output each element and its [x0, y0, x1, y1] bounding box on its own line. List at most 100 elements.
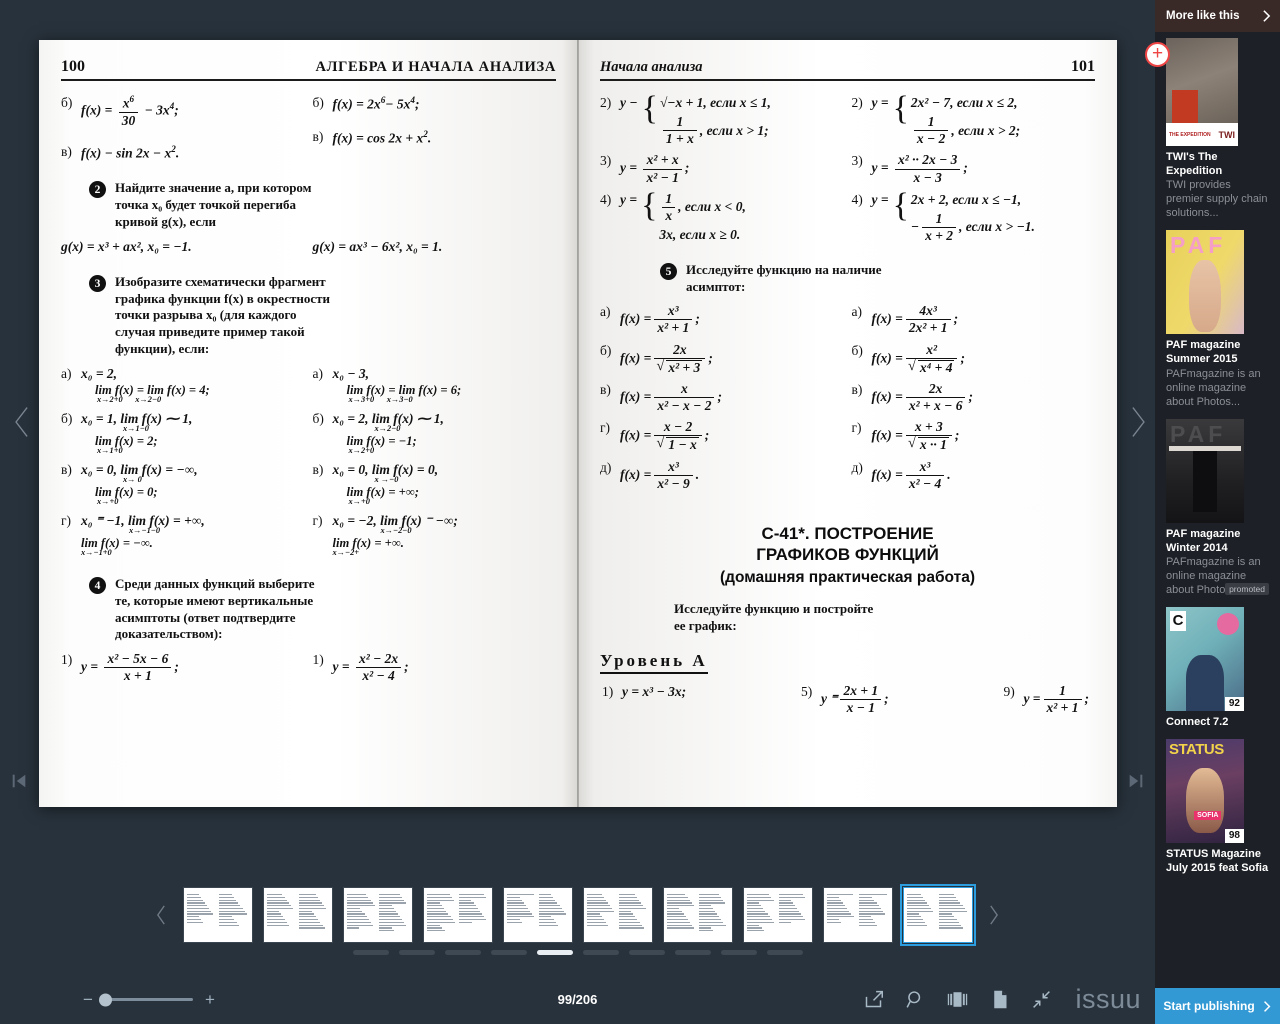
- case-2: , если x > −1.: [959, 219, 1035, 235]
- sidebar-publication-item[interactable]: SOFIA98 STATUS Magazine July 2015 feat So…: [1155, 739, 1280, 885]
- next-page-button[interactable]: [1118, 402, 1158, 442]
- limit-sub: x→3−0: [386, 395, 413, 405]
- sidebar-header[interactable]: More like this: [1155, 0, 1280, 32]
- right-page: Начала анализа 101 2) y − { √−x + 1, есл…: [578, 40, 1117, 807]
- expr-end: ;: [684, 160, 690, 176]
- zoom-control[interactable]: − +: [80, 991, 218, 1008]
- thumbnail-page[interactable]: [662, 887, 733, 943]
- text-line: те, которые имеют вертикальные: [115, 592, 314, 608]
- page-view-icon[interactable]: [945, 988, 969, 1012]
- page-dot[interactable]: [536, 950, 573, 955]
- expr: y =: [332, 658, 350, 674]
- numerator: 2x + 1: [840, 684, 882, 701]
- task-4-formulas: 1) y = x² − 5x − 6 x + 1 ; 1) y = x² − 2…: [61, 651, 557, 690]
- case-brace: {: [892, 186, 909, 224]
- page-dot[interactable]: [766, 950, 803, 955]
- list-item: г) x₀ ⁼ −1, lim f(x) = +∞, x→−1−0 lim f(x) …: [61, 513, 305, 557]
- expr-end: ;: [708, 349, 713, 365]
- item-label: в): [312, 128, 324, 144]
- numerator: x³: [654, 459, 693, 476]
- page-dots[interactable]: [0, 950, 1155, 955]
- start-publishing-button[interactable]: Start publishing: [1155, 988, 1280, 1024]
- denominator: x⁴ + 4: [906, 359, 958, 375]
- last-page-button[interactable]: [1127, 772, 1145, 795]
- page-spread[interactable]: 100 АЛГЕБРА И НАЧАЛА АНАЛИЗА б) f(x) = x…: [39, 40, 1117, 807]
- expr-end: ;: [174, 658, 179, 674]
- zoom-out-button[interactable]: −: [80, 991, 96, 1008]
- thumbnail-page[interactable]: [342, 887, 413, 943]
- publication-cover[interactable]: THE EXPEDITION TWI: [1166, 38, 1238, 146]
- exit-fullscreen-icon[interactable]: [1029, 988, 1053, 1012]
- item-label: д): [851, 459, 863, 475]
- task-2: 2 Найдите значение a, при котором точка …: [89, 180, 556, 230]
- list-item: 2) y = { 2x² − 7, если x ≤ 2, 1 x − 2 , …: [852, 92, 1096, 146]
- expr-end: ;: [704, 427, 710, 443]
- zoom-slider[interactable]: [99, 993, 193, 1006]
- numerator: 1: [662, 114, 697, 132]
- cover-sticker: SOFIA: [1194, 811, 1222, 821]
- add-badge-button[interactable]: +: [1145, 42, 1170, 67]
- thumbnails-next-button[interactable]: [983, 895, 1005, 935]
- thumbnail-page[interactable]: [422, 887, 493, 943]
- denominator: x + 2: [925, 227, 954, 243]
- zoom-slider-knob[interactable]: [99, 993, 112, 1006]
- expr: f(x) =: [871, 388, 903, 404]
- single-page-icon[interactable]: [987, 988, 1011, 1012]
- page-dot[interactable]: [490, 950, 527, 955]
- text-line: Среди данных функций выберите: [115, 576, 315, 592]
- item-label: 2): [600, 95, 612, 110]
- prev-page-button[interactable]: [2, 402, 42, 442]
- page-count-badge: 92: [1224, 697, 1244, 712]
- case-1: 2x + 2, если x ≤ −1,: [910, 191, 1022, 207]
- text-line: точки разрыва x₀ (для каждого: [115, 307, 297, 323]
- list-item: б) x₀ = 1, lim f(x) ⁓ 1, x→1−0 lim f(x) = 2…: [61, 411, 305, 455]
- thumbnail-page[interactable]: [582, 887, 653, 943]
- promoted-badge: promoted: [1225, 583, 1269, 596]
- numerator: 2x: [654, 342, 706, 359]
- page-dot[interactable]: [398, 950, 435, 955]
- denominator: x − 1: [846, 700, 876, 716]
- page-dot[interactable]: [444, 950, 481, 955]
- thumbnail-page[interactable]: [899, 884, 976, 946]
- fraction: 1 x: [662, 191, 676, 223]
- thumbnail-page[interactable]: [262, 887, 333, 943]
- publication-cover[interactable]: [1166, 230, 1244, 335]
- publication-cover[interactable]: SOFIA98: [1166, 739, 1244, 844]
- thumbnail-page[interactable]: [182, 887, 253, 943]
- sidebar-publication-item[interactable]: PAF magazine Winter 2014PAFmagazine is a…: [1155, 418, 1280, 607]
- share-icon[interactable]: [861, 988, 885, 1012]
- publication-cover[interactable]: [1166, 418, 1244, 523]
- thumbnails-prev-button[interactable]: [151, 895, 173, 935]
- first-page-button[interactable]: [10, 772, 28, 795]
- text-line: доказательством):: [115, 626, 223, 642]
- zoom-in-button[interactable]: +: [202, 991, 218, 1008]
- thumbnail-page[interactable]: [742, 887, 813, 943]
- list-item: 1) y = x² − 2x x² − 4 ;: [313, 651, 557, 683]
- page-count-badge: 98: [1224, 829, 1244, 844]
- spread-gutter: [577, 40, 579, 807]
- sqrt-icon: x ·· 1: [908, 436, 949, 452]
- thumbnail-page[interactable]: [502, 887, 573, 943]
- numerator: 4x³: [905, 304, 951, 321]
- sidebar-publication-item[interactable]: THE EXPEDITION TWI TWI's The Expedition TWI…: [1155, 38, 1280, 230]
- sidebar-publication-item[interactable]: C 92 Connect 7.2: [1155, 607, 1280, 739]
- expr-tail: − 3x: [144, 102, 170, 118]
- text-line: точка x₀ будет точкой перегиба: [115, 196, 296, 212]
- page-dot[interactable]: [628, 950, 665, 955]
- numerator: x: [122, 95, 130, 111]
- sidebar-publication-item[interactable]: PAF magazine Summer 2015PAFmagazine is a…: [1155, 230, 1280, 418]
- thumbnail-strip[interactable]: [0, 880, 1155, 950]
- page-dot[interactable]: [352, 950, 389, 955]
- thumbnail-page[interactable]: [822, 887, 893, 943]
- expr: f(x) =: [81, 102, 113, 118]
- numerator: 1: [913, 114, 949, 132]
- sidebar-publication-list: THE EXPEDITION TWI TWI's The Expedition TWI…: [1155, 32, 1280, 982]
- bottom-toolbar: − + 99/206 issuu: [0, 975, 1155, 1024]
- task-2-formulas: g(x) = x³ + ax², x₀ = −1. g(x) = ax³ − 6…: [61, 239, 556, 262]
- page-dot[interactable]: [720, 950, 757, 955]
- publication-cover[interactable]: C 92: [1166, 607, 1244, 712]
- page-dot[interactable]: [674, 950, 711, 955]
- page-dot[interactable]: [582, 950, 619, 955]
- formula-row: в) f(x) − sin 2x − x2.: [61, 144, 305, 162]
- search-icon[interactable]: [903, 988, 927, 1012]
